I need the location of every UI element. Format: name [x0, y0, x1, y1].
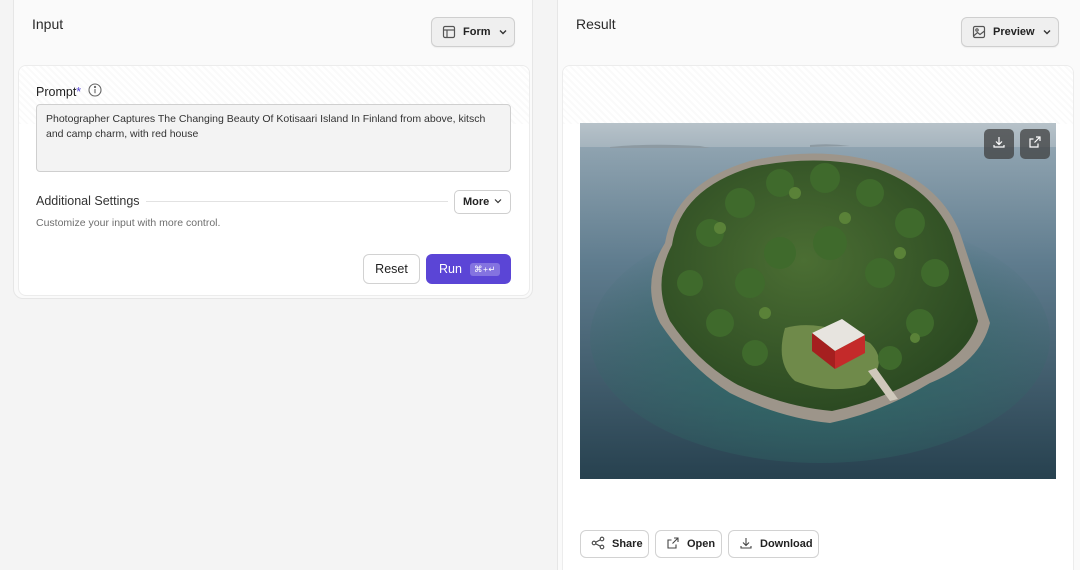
input-panel-title: Input — [32, 16, 64, 32]
info-icon[interactable] — [88, 83, 102, 100]
layout-icon — [442, 25, 456, 39]
more-label: More — [463, 196, 490, 208]
download-icon — [992, 135, 1006, 154]
open-button[interactable]: Open — [655, 530, 722, 558]
external-link-icon — [666, 536, 680, 553]
settings-divider — [146, 201, 448, 202]
chevron-down-icon — [1042, 27, 1052, 37]
share-icon — [591, 536, 605, 553]
form-view-label: Form — [463, 26, 491, 38]
prompt-label-row: Prompt * — [36, 83, 102, 100]
share-button[interactable]: Share — [580, 530, 649, 558]
preview-view-label: Preview — [993, 26, 1035, 38]
required-mark: * — [76, 84, 82, 99]
download-icon — [739, 536, 753, 553]
download-label: Download — [760, 538, 813, 550]
chevron-down-icon — [493, 196, 503, 209]
share-label: Share — [612, 538, 643, 550]
reset-button[interactable]: Reset — [363, 254, 420, 284]
result-panel-title: Result — [576, 16, 616, 32]
form-view-dropdown[interactable]: Form — [431, 17, 515, 47]
prompt-label: Prompt — [36, 84, 77, 99]
card-header-pattern — [563, 66, 1073, 124]
settings-description: Customize your input with more control. — [36, 217, 221, 229]
prompt-textarea[interactable]: Photographer Captures The Changing Beaut… — [36, 104, 511, 172]
additional-settings-title: Additional Settings — [36, 194, 140, 208]
run-label: Run — [439, 262, 462, 276]
image-icon — [972, 25, 986, 39]
preview-view-dropdown[interactable]: Preview — [961, 17, 1059, 47]
open-label: Open — [687, 538, 716, 550]
chevron-down-icon — [498, 27, 508, 37]
image-download-button[interactable] — [984, 129, 1014, 159]
image-open-button[interactable] — [1020, 129, 1050, 159]
run-button[interactable]: Run ⌘+↵ — [426, 254, 511, 284]
generated-image — [580, 123, 1056, 479]
download-button[interactable]: Download — [728, 530, 819, 558]
more-settings-button[interactable]: More — [454, 190, 511, 214]
external-link-icon — [1028, 135, 1042, 154]
run-shortcut: ⌘+↵ — [469, 262, 501, 276]
